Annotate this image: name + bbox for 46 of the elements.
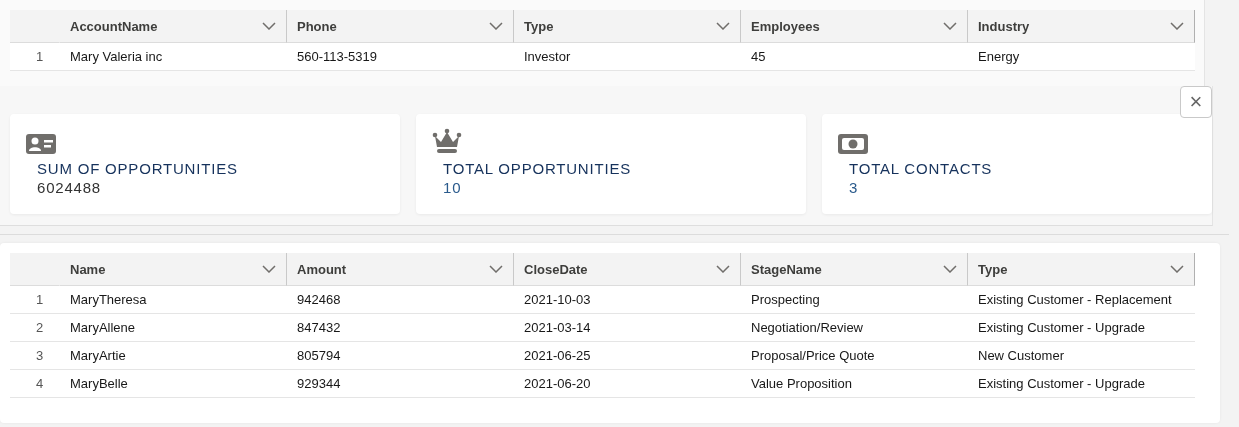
table-cell: 45 — [741, 43, 968, 71]
table-cell: Energy — [968, 43, 1195, 71]
column-title: AccountName — [70, 18, 158, 34]
stat-title: SUM OF OPPORTUNITIES — [37, 160, 238, 177]
table-cell: Investor — [514, 43, 741, 71]
chevron-down-icon[interactable] — [943, 22, 957, 30]
column-title: Type — [524, 18, 554, 34]
column-header[interactable]: Type — [514, 10, 741, 43]
column-title: StageName — [751, 261, 822, 277]
stat-title: TOTAL OPPORTUNITIES — [443, 160, 631, 177]
stat-title: TOTAL CONTACTS — [849, 160, 993, 177]
column-header[interactable]: CloseDate — [514, 253, 741, 286]
chevron-down-icon[interactable] — [1170, 265, 1184, 273]
column-title: Amount — [297, 261, 347, 277]
chevron-down-icon[interactable] — [1170, 22, 1184, 30]
column-header[interactable]: Employees — [741, 10, 968, 43]
chevron-down-icon[interactable] — [716, 265, 730, 273]
chevron-down-icon[interactable] — [262, 265, 276, 273]
chevron-down-icon[interactable] — [489, 265, 503, 273]
close-button[interactable]: × — [1180, 86, 1212, 118]
stat-value: 10 — [443, 179, 462, 196]
column-title: CloseDate — [524, 261, 588, 277]
column-header[interactable]: StageName — [741, 253, 968, 286]
chevron-down-icon[interactable] — [943, 265, 957, 273]
crown-icon — [432, 128, 462, 154]
column-header[interactable]: Industry — [968, 10, 1195, 43]
contact-card-icon — [26, 134, 56, 154]
table-cell: 560-113-5319 — [287, 43, 514, 71]
column-title: Industry — [978, 18, 1030, 34]
column-header[interactable]: AccountName — [60, 10, 287, 43]
table-cell: Mary Valeria inc — [60, 43, 287, 71]
chevron-down-icon[interactable] — [716, 22, 730, 30]
stat-value: 6024488 — [37, 179, 101, 196]
stat-value: 3 — [849, 179, 859, 196]
column-header[interactable]: Amount — [287, 253, 514, 286]
column-header[interactable]: Type — [968, 253, 1195, 286]
column-header[interactable]: Name — [60, 253, 287, 286]
column-title: Phone — [297, 18, 337, 34]
row-number: 1 — [10, 43, 60, 71]
chevron-down-icon[interactable] — [489, 22, 503, 30]
column-title: Employees — [751, 18, 820, 34]
column-title: Name — [70, 261, 106, 277]
chevron-down-icon[interactable] — [262, 22, 276, 30]
column-header[interactable]: Phone — [287, 10, 514, 43]
banknote-icon — [838, 134, 868, 154]
column-title: Type — [978, 261, 1008, 277]
